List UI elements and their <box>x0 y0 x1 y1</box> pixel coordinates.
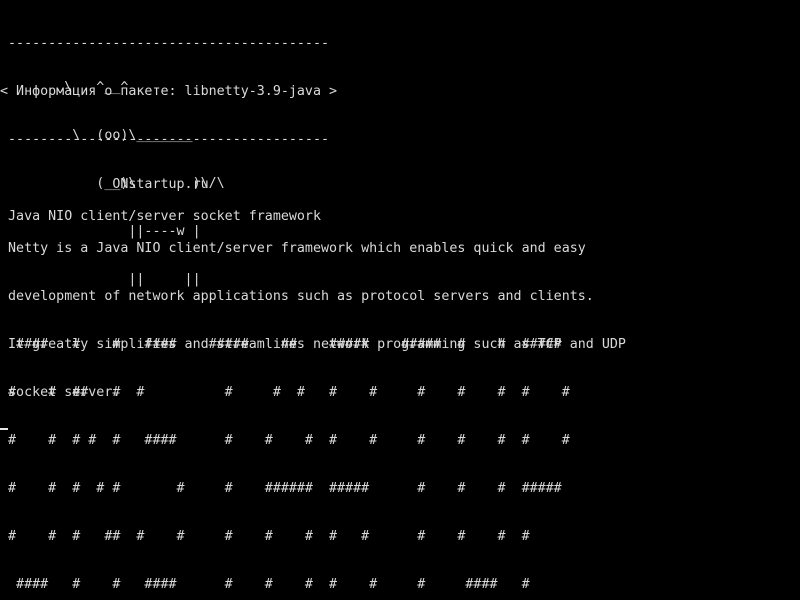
description-line: development of network applications such… <box>0 289 594 304</box>
cow-line: \ ^__^ <box>0 80 129 95</box>
cow-line: \ (oo)\_______ <box>0 128 193 143</box>
banner-line: #### # # #### # # # # # # #### # <box>0 577 530 592</box>
banner-line: # # # # # #### # # # # # # # # # # <box>0 433 570 448</box>
description-line: Netty is a Java NIO client/server framew… <box>0 241 586 256</box>
banner-line: # # # ## # # # # # # # # # # # <box>0 529 530 544</box>
banner-line: # # # # # # # ###### ##### # # # ##### <box>0 481 562 496</box>
ascii-banner-art: #### # # #### ##### ## ##### ##### # # #… <box>0 305 570 600</box>
banner-line: #### # # #### ##### ## ##### ##### # # #… <box>0 337 562 352</box>
terminal-cursor <box>0 428 8 430</box>
terminal-screen[interactable]: ----------------------------------------… <box>0 0 800 600</box>
banner-line: # # ## # # # # # # # # # # # # <box>0 385 570 400</box>
